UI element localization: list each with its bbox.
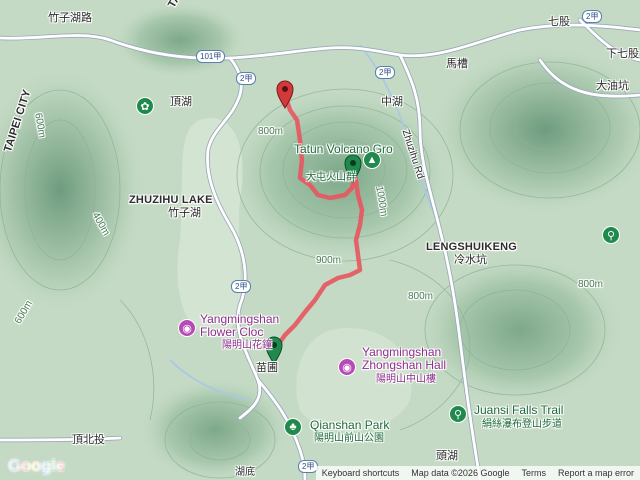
poi-label-juansi-zh[interactable]: 絹絲瀑布登山步道 [482,418,562,431]
area-label-lengshuikeng-en: LENGSHUIKENG [426,241,518,253]
google-logo: Google [8,456,65,476]
area-label-zhuzihu-zh: 竹子湖 [168,207,201,219]
road-label-zhuzihu: 竹子湖路 [48,12,92,24]
area-label-lengshuikeng-zh: 冷水坑 [454,254,487,266]
poi-label-zhongshan-zh[interactable]: 陽明山中山樓 [376,373,436,386]
poi-label-zhongshan-en2[interactable]: Zhongshan Hall [362,359,446,372]
place-label-miaopu: 苗圃 [256,362,278,374]
place-label-qigu: 七股 [548,16,570,28]
hiker-icon[interactable]: ⚲ [449,405,467,423]
map-footer: Keyboard shortcuts Map data ©2026 Google… [315,466,640,480]
hiker-icon[interactable]: ⚲ [602,226,620,244]
place-label-dingbeitou: 頂北投 [72,434,105,446]
poi-label-qianshan-zh[interactable]: 陽明山前山公園 [314,432,384,445]
place-label-macao: 馬槽 [446,58,468,70]
poi-label-flower-clock-en2[interactable]: Flower Cloc [200,326,263,339]
route-shield-2: 2甲 [231,280,252,293]
mountain-icon[interactable]: ▲ [363,151,381,169]
contour-label: 800m [578,279,604,290]
route-shield-2: 2甲 [582,10,603,23]
hill-shade [135,375,295,480]
camera-icon[interactable]: ◉ [178,319,196,337]
keyboard-shortcuts-link[interactable]: Keyboard shortcuts [316,466,406,480]
map-data-attribution: Map data ©2026 Google [411,468,510,478]
hill-shade [410,250,630,410]
contour-label: 800m [408,291,434,302]
contour-label: 900m [316,255,342,266]
place-label-dinghu: 頂湖 [170,96,192,108]
camera-icon[interactable]: ◉ [338,358,356,376]
place-label-hudi: 湖底 [235,467,255,478]
tree-icon[interactable]: ♣ [284,418,302,436]
google-logo-text: Google [8,456,65,475]
route-shield-101: 101甲 [196,50,226,63]
poi-label-tatun-zh[interactable]: 大屯火山群 [306,171,356,184]
poi-label-juansi-en[interactable]: Juansi Falls Trail [474,404,563,417]
poi-label-flower-clock-zh[interactable]: 陽明山花鐘 [222,339,272,352]
route-shield-2: 2甲 [236,72,257,85]
area-label-zhuzihu-en: ZHUZIHU LAKE [129,194,213,206]
contour-label: 800m [258,126,284,137]
route-shield-2: 2甲 [375,66,396,79]
place-label-xiaqigu: 下七股 [606,48,639,60]
place-label-dayoukeng: 大油坑 [596,80,629,92]
poi-label-qianshan-en[interactable]: Qianshan Park [310,419,389,432]
park-icon[interactable]: ✿ [136,97,154,115]
report-error-link[interactable]: Report a map error [552,466,640,480]
place-label-touhu: 頭湖 [436,450,458,462]
hill-shade [110,0,250,80]
place-label-zhonghu: 中湖 [381,96,403,108]
terms-link[interactable]: Terms [515,466,552,480]
